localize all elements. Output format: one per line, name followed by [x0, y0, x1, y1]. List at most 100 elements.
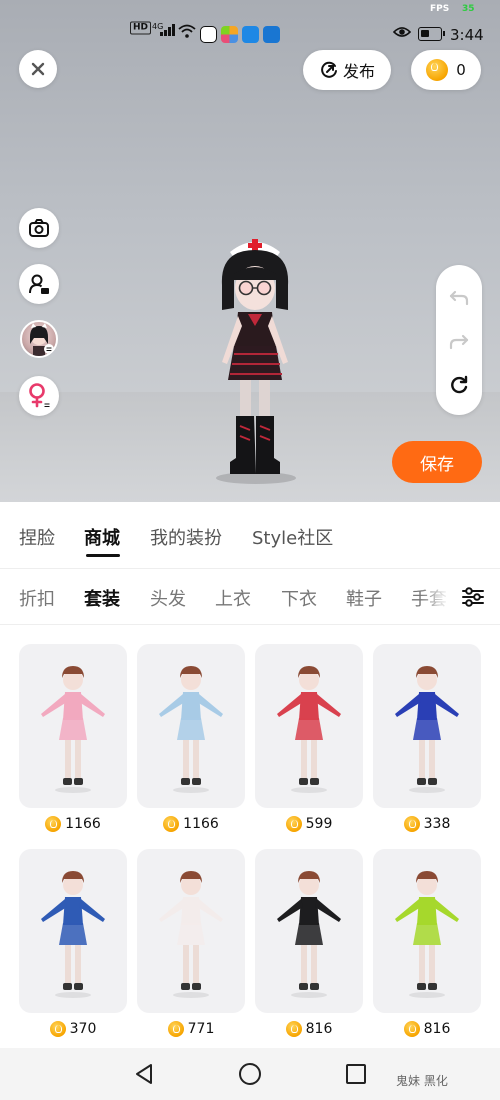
category-tabs: 折扣 套装 头发 上衣 下衣 鞋子 手套 — [0, 570, 500, 624]
gender-switch-button[interactable] — [19, 376, 59, 416]
outfit-price: 338 — [373, 814, 481, 834]
outfit-price: 816 — [255, 1019, 363, 1039]
undo-button[interactable] — [436, 277, 482, 317]
nav-home-button[interactable] — [236, 1060, 264, 1088]
gender-switch-icon — [29, 383, 52, 410]
outfit-card[interactable] — [19, 644, 127, 808]
category-suits[interactable]: 套装 — [84, 585, 120, 611]
active-tab-indicator — [86, 554, 120, 557]
avatar-switch-icon — [30, 323, 54, 356]
outfit-figure — [159, 871, 223, 998]
coin-icon — [167, 1021, 184, 1037]
price-value: 816 — [423, 1021, 451, 1037]
signal-icon — [160, 24, 175, 36]
redo-button[interactable] — [436, 321, 482, 361]
coin-icon — [45, 816, 62, 832]
coin-icon — [426, 59, 449, 81]
avatar-character[interactable] — [200, 230, 310, 490]
status-bar: FPS 35 HD 4G 3:44 — [0, 0, 500, 44]
filter-button[interactable] — [446, 570, 500, 624]
outfit-card[interactable] — [137, 644, 245, 808]
price-value: 1166 — [65, 816, 101, 832]
watermark: 鬼妹 黑化 — [396, 1074, 448, 1088]
recents-icon — [346, 1064, 366, 1084]
outfit-card[interactable] — [255, 849, 363, 1013]
price-value: 816 — [305, 1021, 333, 1037]
coin-icon — [163, 816, 180, 832]
fps-value: 35 — [462, 4, 475, 14]
outfit-figure — [41, 666, 105, 793]
user-id-icon — [29, 274, 49, 294]
close-button[interactable] — [19, 50, 57, 88]
outfit-figure — [277, 666, 341, 793]
filter-icon — [462, 587, 484, 607]
price-value: 599 — [305, 816, 333, 832]
coin-icon — [403, 816, 420, 832]
app-icon-blue-2 — [263, 26, 280, 43]
coin-icon — [285, 1021, 302, 1037]
home-icon — [239, 1063, 261, 1085]
coin-icon — [403, 1021, 420, 1037]
outfit-figure — [395, 871, 459, 998]
avatar-switch-button[interactable] — [20, 320, 58, 358]
camera-button[interactable] — [19, 208, 59, 248]
hd-badge: HD — [130, 21, 152, 35]
outfit-card[interactable] — [255, 644, 363, 808]
price-value: 771 — [187, 1021, 215, 1037]
app-icon-hands — [200, 26, 217, 43]
outfit-price: 771 — [137, 1019, 245, 1039]
eye-icon — [392, 25, 412, 42]
outfit-price: 370 — [19, 1019, 127, 1039]
fps-label: FPS — [430, 4, 450, 14]
reset-button[interactable] — [436, 365, 482, 405]
category-bottoms[interactable]: 下衣 — [281, 585, 317, 611]
publish-label: 发布 — [342, 62, 375, 81]
close-icon — [31, 62, 45, 76]
category-tops[interactable]: 上衣 — [215, 585, 251, 611]
coin-balance: 0 — [456, 61, 466, 79]
outfit-price: 1166 — [137, 814, 245, 834]
tab-style-community[interactable]: Style社区 — [252, 524, 333, 550]
outfit-figure — [41, 871, 105, 998]
tab-face[interactable]: 捏脸 — [19, 524, 55, 550]
outfit-price: 1166 — [19, 814, 127, 834]
nav-recents-button[interactable] — [342, 1060, 370, 1088]
app-icon-pinwheel — [221, 26, 238, 43]
publish-icon — [321, 61, 337, 78]
avatar-stage[interactable]: FPS 35 HD 4G 3:44 发布 0 保存 — [0, 0, 500, 502]
coin-icon — [49, 1021, 66, 1037]
battery-icon — [418, 27, 445, 41]
price-value: 1166 — [183, 816, 219, 832]
outfit-card[interactable] — [137, 849, 245, 1013]
redo-icon — [449, 334, 469, 350]
wifi-icon — [178, 24, 196, 41]
category-shoes[interactable]: 鞋子 — [346, 585, 382, 611]
tab-my-outfits[interactable]: 我的装扮 — [150, 524, 222, 550]
outfit-card[interactable] — [373, 644, 481, 808]
camera-icon — [29, 219, 49, 237]
main-tabs: 捏脸 商城 我的装扮 Style社区 — [0, 502, 500, 566]
undo-icon — [449, 290, 469, 306]
outfit-figure — [277, 871, 341, 998]
outfit-price: 599 — [255, 814, 363, 834]
outfit-card[interactable] — [19, 849, 127, 1013]
nav-back-button[interactable] — [130, 1060, 158, 1088]
outfit-figure — [159, 666, 223, 793]
app-icon-blue-1 — [242, 26, 259, 43]
coin-icon — [285, 816, 302, 832]
outfit-card[interactable] — [373, 849, 481, 1013]
reset-icon — [451, 375, 468, 394]
user-id-button[interactable] — [19, 264, 59, 304]
category-divider — [0, 624, 500, 625]
back-icon — [136, 1064, 152, 1084]
publish-button[interactable]: 发布 — [303, 50, 391, 90]
tab-shop[interactable]: 商城 — [84, 524, 120, 550]
save-button[interactable]: 保存 — [392, 441, 482, 483]
coin-balance-button[interactable]: 0 — [411, 50, 481, 90]
history-panel — [436, 265, 482, 415]
category-hair[interactable]: 头发 — [150, 585, 186, 611]
outfit-figure — [395, 666, 459, 793]
price-value: 338 — [423, 816, 451, 832]
category-discount[interactable]: 折扣 — [19, 585, 55, 611]
outfit-price: 816 — [373, 1019, 481, 1039]
